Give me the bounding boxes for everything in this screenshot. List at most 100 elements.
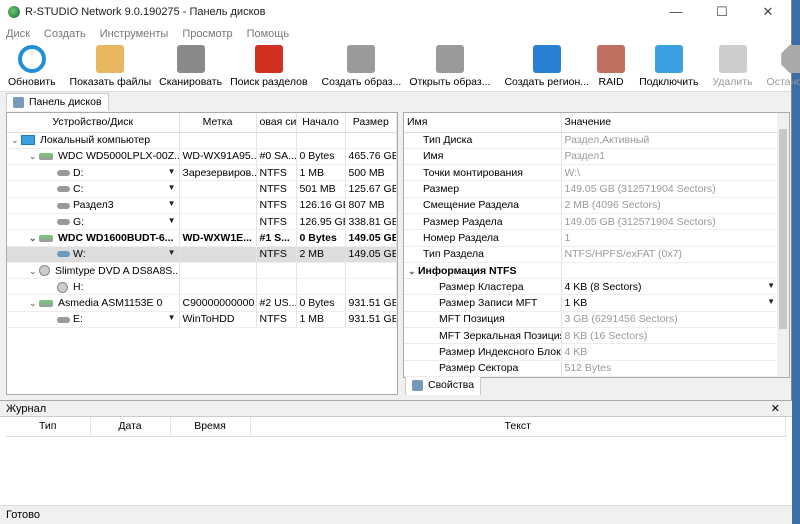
dropdown-arrow-icon[interactable]: ▼ xyxy=(168,248,176,257)
dropdown-arrow-icon[interactable]: ▼ xyxy=(168,183,176,192)
property-row[interactable]: MFT Зеркальная Позиция 8 KB (16 Sectors) xyxy=(404,327,779,345)
column-header[interactable]: Начало xyxy=(296,113,346,133)
property-name-text: Имя xyxy=(423,150,444,163)
journal-column-header[interactable]: Тип xyxy=(6,417,91,437)
toolbar-button[interactable]: Показать файлы xyxy=(66,45,156,91)
property-row[interactable]: Размер Записи MFT 1 KB ▼ xyxy=(404,294,779,312)
start-cell xyxy=(296,278,346,296)
property-row[interactable]: Имя Раздел1 xyxy=(404,148,779,166)
maximize-button[interactable]: ☐ xyxy=(699,4,745,20)
toolbar-button[interactable]: Сканировать xyxy=(155,45,226,91)
toolbar-button[interactable]: RAID xyxy=(593,45,629,91)
property-value[interactable]: 1 KB ▼ xyxy=(561,294,779,312)
tab-properties[interactable]: Свойства xyxy=(405,377,482,395)
column-header[interactable]: Имя xyxy=(404,113,562,133)
property-row[interactable]: Номер Раздела 1 xyxy=(404,229,779,247)
journal-column-header[interactable]: Время xyxy=(170,417,251,437)
disk-row[interactable]: W: ▼ NTFS 2 MB 149.05 GB xyxy=(7,246,397,263)
disk-row[interactable]: ⌄ WDC WD5000LPLX-00Z... WD-WX91A95... #0 SA… xyxy=(7,148,397,166)
property-row[interactable]: MFT Позиция 3 GB (6291456 Sectors) xyxy=(404,311,779,329)
fs-cell xyxy=(256,132,297,149)
journal-column-header[interactable]: Дата xyxy=(90,417,171,437)
toolbar-button-label: Поиск разделов xyxy=(230,76,308,88)
disk-row[interactable]: ⌄ Slimtype DVD A DS8A8S... xyxy=(7,262,397,280)
tab-disk-panel[interactable]: Панель дисков xyxy=(6,93,109,111)
disk-table: Устройство/Диск Метка овая си Начало Размер … xyxy=(7,113,397,329)
dropdown-arrow-icon[interactable]: ▼ xyxy=(168,167,176,176)
chevron-down-icon[interactable]: ⌄ xyxy=(29,151,39,162)
toolbar-button[interactable]: Удалить xyxy=(708,45,756,91)
toolbar-button[interactable]: Создать регион... xyxy=(500,45,593,91)
chevron-down-icon[interactable]: ⌄ xyxy=(29,266,39,277)
property-row[interactable]: Размер Сектора 512 Bytes xyxy=(404,360,779,377)
start-cell: 126.95 GB xyxy=(296,213,346,231)
start-cell: 0 Bytes xyxy=(296,294,346,312)
toolbar-button-label: Показать файлы xyxy=(69,76,152,88)
disk-row[interactable]: D: ▼ Зарезервиров... NTFS 1 MB 500 MB xyxy=(7,164,397,182)
scrollbar-thumb[interactable] xyxy=(779,129,787,329)
property-value: 149.05 GB (312571904 Sectors) xyxy=(561,213,779,231)
chevron-down-icon[interactable]: ⌄ xyxy=(29,298,39,309)
property-row[interactable]: Тип Диска Раздел,Активный xyxy=(404,132,779,149)
label-cell xyxy=(179,213,257,231)
dropdown-arrow-icon[interactable]: ▼ xyxy=(168,199,176,208)
disk-row[interactable]: ⌄ Локальный компьютер xyxy=(7,132,397,149)
toolbar-button[interactable]: Остановить xyxy=(763,45,800,91)
menu-item[interactable]: Помощь xyxy=(247,28,290,40)
column-header[interactable]: Размер xyxy=(345,113,397,133)
disk-row[interactable]: G: ▼ NTFS 126.95 GB 338.81 GB xyxy=(7,213,397,231)
property-value: 149.05 GB (312571904 Sectors) xyxy=(561,180,779,198)
menu-item[interactable]: Создать xyxy=(44,28,86,40)
disk-row[interactable]: ⌄ Asmedia ASM1153E 0 C90000000000 #2 US... 0… xyxy=(7,294,397,312)
dropdown-arrow-icon[interactable]: ▼ xyxy=(767,297,775,306)
journal-column-header[interactable]: Текст xyxy=(250,417,786,437)
property-row[interactable]: Точки монтирования W:\ xyxy=(404,164,779,182)
property-name: Тип Раздела xyxy=(404,246,562,263)
property-value-text: W:\ xyxy=(564,166,581,179)
chevron-down-icon[interactable]: ⌄ xyxy=(29,233,39,244)
disk-row[interactable]: C: ▼ NTFS 501 MB 125.67 GB xyxy=(7,180,397,198)
property-name-text: Информация NTFS xyxy=(418,264,517,277)
property-row[interactable]: Размер Раздела 149.05 GB (312571904 Secto… xyxy=(404,213,779,231)
chevron-down-icon[interactable]: ⌄ xyxy=(408,266,418,277)
dropdown-arrow-icon[interactable]: ▼ xyxy=(168,313,176,322)
journal-close-icon[interactable]: ✕ xyxy=(771,402,780,415)
minimize-button[interactable]: — xyxy=(653,4,699,20)
property-row[interactable]: Тип Раздела NTFS/HPFS/exFAT (0x7) xyxy=(404,246,779,263)
size-cell: 465.76 GB xyxy=(345,148,397,166)
size-cell: 338.81 GB xyxy=(345,213,397,231)
toolbar-button[interactable]: Поиск разделов xyxy=(226,45,311,91)
size-cell: 149.05 GB xyxy=(345,246,397,263)
toolbar-button[interactable]: Подключить xyxy=(635,45,702,91)
property-row[interactable]: Смещение Раздела 2 MB (4096 Sectors) xyxy=(404,197,779,214)
disk-row[interactable]: E: ▼ WinToHDD NTFS 1 MB 931.51 GB xyxy=(7,311,397,329)
property-value[interactable]: 4 KB (8 Sectors) ▼ xyxy=(561,278,779,296)
menu-item[interactable]: Инструменты xyxy=(100,28,169,40)
property-row[interactable]: Размер Кластера 4 KB (8 Sectors) ▼ xyxy=(404,278,779,296)
start-cell: 0 Bytes xyxy=(296,229,346,247)
close-button[interactable]: ✕ xyxy=(745,4,791,20)
property-row[interactable]: Размер 149.05 GB (312571904 Sectors) xyxy=(404,180,779,198)
column-header[interactable]: Значение xyxy=(561,113,779,133)
chevron-down-icon[interactable]: ⌄ xyxy=(11,135,21,146)
toolbar-button[interactable]: Открыть образ... xyxy=(405,45,494,91)
size-cell: 149.05 GB xyxy=(345,229,397,247)
property-value: 8 KB (16 Sectors) xyxy=(561,327,779,345)
column-header[interactable]: Устройство/Диск xyxy=(7,113,180,133)
dropdown-arrow-icon[interactable]: ▼ xyxy=(168,216,176,225)
column-header[interactable]: овая си xyxy=(256,113,297,133)
disk-row[interactable]: Раздел3 ▼ NTFS 126.16 GB 807 MB xyxy=(7,197,397,214)
toolbar-button[interactable]: Обновить xyxy=(4,45,60,91)
menu-item[interactable]: Диск xyxy=(6,28,30,40)
disk-row[interactable]: H: xyxy=(7,278,397,296)
disk-row[interactable]: ⌄ WDC WD1600BUDT-6... WD-WXW1E... #1 S... 0 … xyxy=(7,229,397,247)
property-row[interactable]: Размер Индексного Блока 4 KB xyxy=(404,343,779,361)
properties-scrollbar[interactable] xyxy=(777,113,789,377)
label-cell xyxy=(179,180,257,198)
menu-item[interactable]: Просмотр xyxy=(182,28,232,40)
property-row[interactable]: ⌄ Информация NTFS xyxy=(404,262,779,280)
dropdown-arrow-icon[interactable]: ▼ xyxy=(767,281,775,290)
toolbar-button[interactable]: Создать образ... xyxy=(318,45,406,91)
label-cell: WD-WXW1E... xyxy=(179,229,257,247)
column-header[interactable]: Метка xyxy=(179,113,257,133)
